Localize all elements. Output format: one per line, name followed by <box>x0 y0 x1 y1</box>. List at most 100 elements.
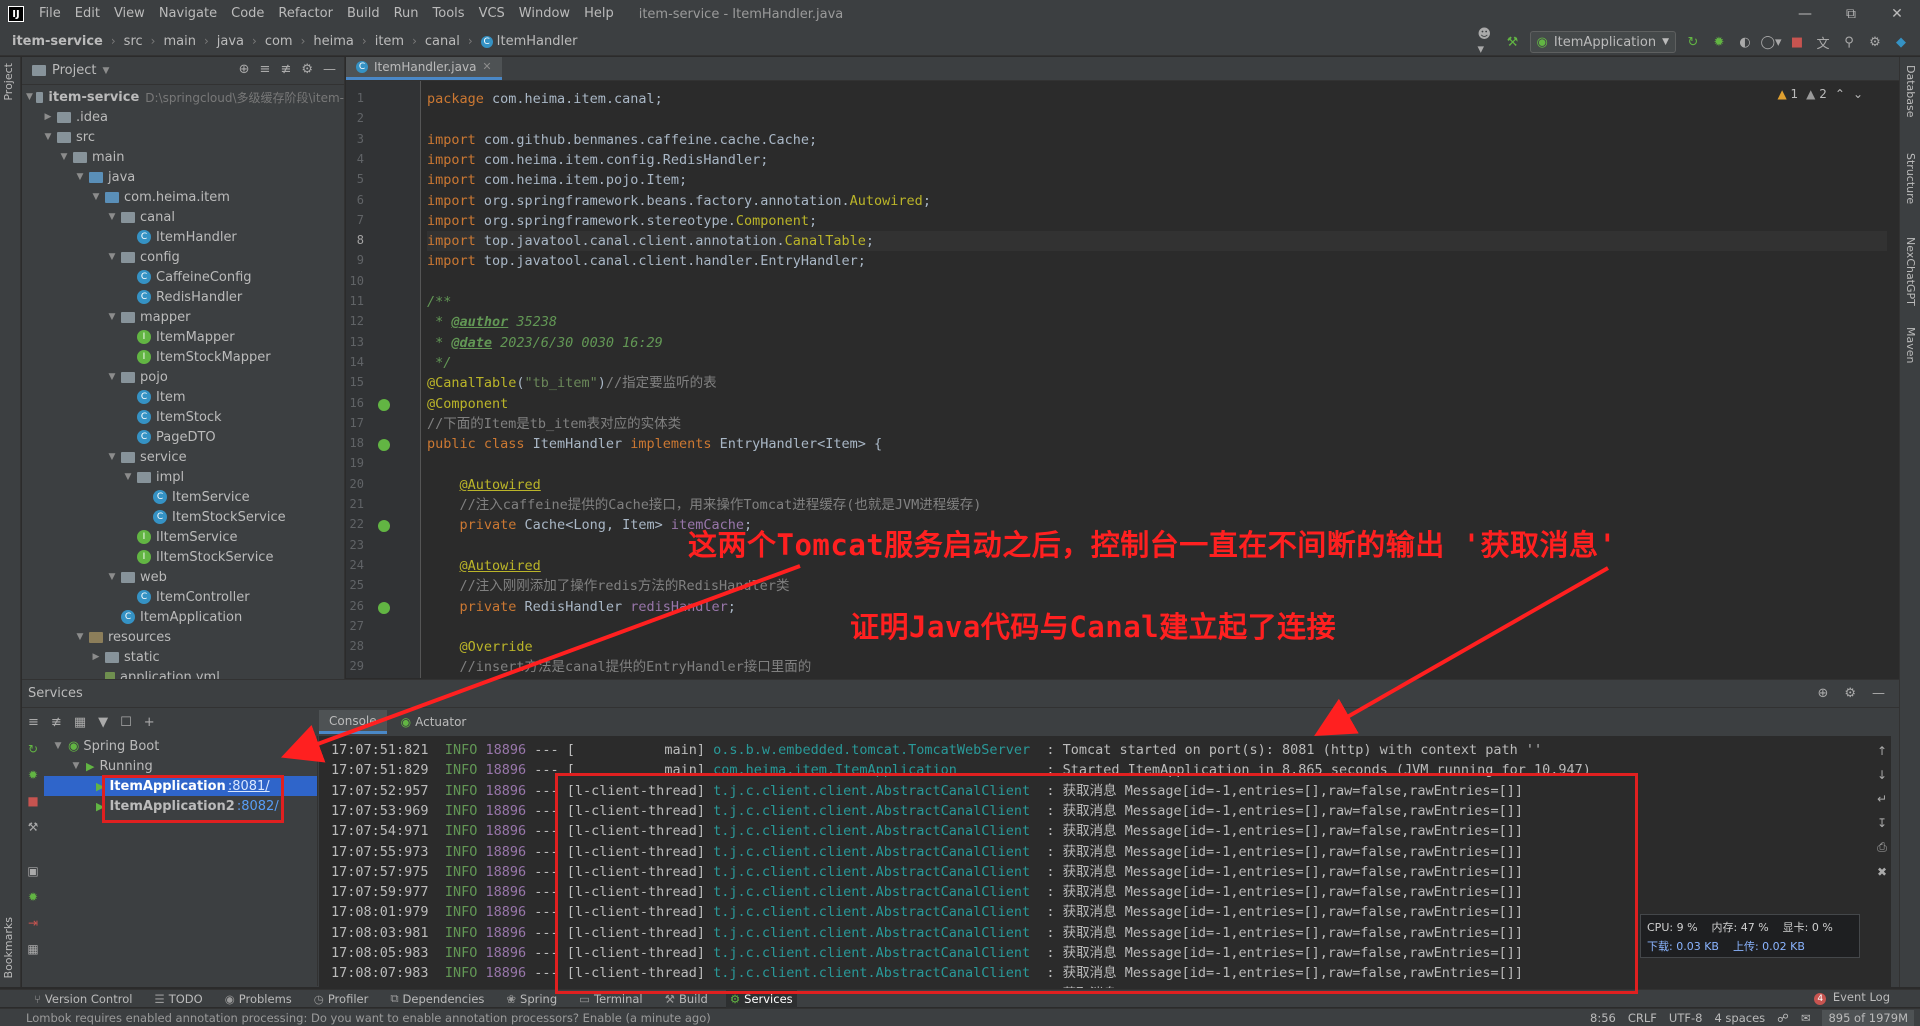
project-tree-item[interactable]: C PageDTO <box>22 427 344 447</box>
collapse-all-icon[interactable]: ≢ <box>51 715 62 730</box>
maven-tool-tab[interactable]: Maven <box>1904 327 1917 363</box>
group-icon[interactable]: ▦ <box>74 715 86 730</box>
notifications-icon[interactable]: ✉ <box>1801 1011 1811 1025</box>
lock-icon[interactable]: ☍ <box>1777 1011 1789 1025</box>
project-tree-item[interactable]: I ItemMapper <box>22 327 344 347</box>
bug-icon[interactable]: ✹ <box>26 890 40 904</box>
nexchatgpt-tool-tab[interactable]: NexChatGPT <box>1904 237 1917 306</box>
menu-item-build[interactable]: Build <box>340 0 387 28</box>
spring-bean-gutter-icon[interactable] <box>378 601 390 614</box>
project-tree-item[interactable]: C CaffeineConfig <box>22 267 344 287</box>
menu-item-window[interactable]: Window <box>512 0 577 28</box>
file-encoding[interactable]: UTF-8 <box>1669 1011 1703 1025</box>
breadcrumb-item[interactable]: java <box>217 34 244 49</box>
menu-item-view[interactable]: View <box>107 0 152 28</box>
add-service-icon[interactable]: + <box>144 715 155 730</box>
menu-item-tools[interactable]: Tools <box>426 0 472 28</box>
filter-icon[interactable]: ▼ <box>98 715 108 730</box>
profile-icon[interactable]: ◯▾ <box>1760 33 1781 51</box>
spring-bean-gutter-icon[interactable] <box>378 398 390 411</box>
stop-icon[interactable]: ■ <box>26 794 40 808</box>
memory-indicator[interactable]: 895 of 1979M <box>1822 1010 1914 1026</box>
project-tree-item[interactable]: C ItemService <box>22 487 344 507</box>
project-tree-item[interactable]: ▼ main <box>22 147 344 167</box>
running-node[interactable]: ▼ ▶ Running <box>44 756 317 776</box>
tab-console[interactable]: Console <box>319 710 387 734</box>
project-tree-item[interactable]: I ItemStockMapper <box>22 347 344 367</box>
globe-icon[interactable]: ⊕ <box>1817 686 1828 701</box>
exit-icon[interactable]: ⇥ <box>26 916 40 930</box>
bottom-tab-spring[interactable]: ❀ Spring <box>502 990 561 1008</box>
inspection-widget[interactable]: ▲ 1 ▲ 2 ⌃ ⌄ <box>1777 87 1863 101</box>
bookmarks-tool-tab[interactable]: Bookmarks <box>2 917 15 978</box>
structure-tool-tab[interactable]: Structure <box>1904 153 1917 204</box>
project-tree-item[interactable]: ▼ mapper <box>22 307 344 327</box>
gear-icon[interactable]: ⚙ <box>1844 686 1856 701</box>
coverage-icon[interactable]: ◐ <box>1736 33 1754 51</box>
breadcrumb-item[interactable]: canal <box>425 34 460 49</box>
project-tree-item[interactable]: ▼ canal <box>22 207 344 227</box>
rerun-icon[interactable]: ↻ <box>1684 33 1702 51</box>
scroll-down-icon[interactable]: ↓ <box>1877 768 1887 782</box>
breadcrumb-item[interactable]: item-service <box>12 34 103 49</box>
project-tree-item[interactable]: ▼ service <box>22 447 344 467</box>
bottom-tab-dependencies[interactable]: ⧉ Dependencies <box>386 990 488 1008</box>
breadcrumb-item[interactable]: com <box>265 34 293 49</box>
close-tab-icon[interactable]: ✕ <box>482 60 491 73</box>
project-tree-item[interactable]: ▶ static <box>22 647 344 667</box>
breadcrumb-item[interactable]: C ItemHandler <box>480 34 577 49</box>
new-tab-icon[interactable]: ☐ <box>120 715 132 730</box>
restore-icon[interactable]: ⧉ <box>1828 0 1874 28</box>
settings-gear-icon[interactable]: ⚙ <box>1866 33 1884 51</box>
print-icon[interactable]: ⎙ <box>1877 840 1887 855</box>
project-tree-item[interactable]: ▼ impl <box>22 467 344 487</box>
menu-item-help[interactable]: Help <box>577 0 621 28</box>
hide-icon[interactable]: — <box>1872 686 1885 701</box>
menu-item-vcs[interactable]: VCS <box>472 0 512 28</box>
expand-all-icon[interactable]: ≡ <box>28 715 39 730</box>
project-tree-item[interactable]: C ItemApplication <box>22 607 344 627</box>
camera-icon[interactable]: ▣ <box>26 864 40 878</box>
soft-wrap-icon[interactable]: ↵ <box>1877 792 1887 806</box>
stop-icon[interactable]: ■ <box>1788 33 1806 51</box>
project-tree-item[interactable]: ▼ java <box>22 167 344 187</box>
project-tree-item[interactable]: ▼ src <box>22 127 344 147</box>
project-title[interactable]: Project <box>52 63 96 78</box>
hide-icon[interactable]: — <box>323 62 336 77</box>
project-tree-item[interactable]: ▶ .idea <box>22 107 344 127</box>
menu-item-refactor[interactable]: Refactor <box>271 0 340 28</box>
debug-icon[interactable]: ✹ <box>26 768 40 782</box>
expand-all-icon[interactable]: ≡ <box>260 62 271 77</box>
debug-icon[interactable]: ✹ <box>1710 33 1728 51</box>
layout-icon[interactable]: ▦ <box>26 942 40 956</box>
plugin-icon[interactable]: ◆ <box>1892 33 1910 51</box>
bottom-tab-todo[interactable]: ☰ TODO <box>150 990 206 1008</box>
project-tree-item[interactable]: ▼ config <box>22 247 344 267</box>
project-tree-item[interactable]: ▼ com.heima.item <box>22 187 344 207</box>
menu-item-edit[interactable]: Edit <box>68 0 107 28</box>
menu-item-run[interactable]: Run <box>387 0 426 28</box>
project-tree-item[interactable]: C ItemHandler <box>22 227 344 247</box>
collapse-all-icon[interactable]: ≢ <box>280 62 291 77</box>
breadcrumb-item[interactable]: item <box>375 34 404 49</box>
indent-setting[interactable]: 4 spaces <box>1714 1011 1765 1025</box>
search-icon[interactable]: ⚲ <box>1840 33 1858 51</box>
spring-bean-gutter-icon[interactable] <box>378 520 390 533</box>
spring-boot-node[interactable]: ▼ ◉ Spring Boot <box>44 736 317 756</box>
bottom-tab-problems[interactable]: ◉ Problems <box>221 990 296 1008</box>
translate-icon[interactable]: 文 <box>1814 33 1832 52</box>
project-tree-item[interactable]: I IItemService <box>22 527 344 547</box>
project-tree-item[interactable]: I IItemStockService <box>22 547 344 567</box>
line-separator[interactable]: CRLF <box>1628 1011 1657 1025</box>
locate-icon[interactable]: ⊕ <box>239 62 250 77</box>
project-tree-item[interactable]: C RedisHandler <box>22 287 344 307</box>
scroll-to-end-icon[interactable]: ↧ <box>1877 816 1887 830</box>
project-tree-item[interactable]: C ItemStockService <box>22 507 344 527</box>
project-tree-item[interactable]: ▼ web <box>22 567 344 587</box>
project-tree-item[interactable]: C ItemStock <box>22 407 344 427</box>
project-tree-item[interactable]: ▼ item-service D:\springcloud\多级缓存阶段\item- <box>22 87 344 107</box>
editor-tab-itemhandler[interactable]: C ItemHandler.java ✕ <box>346 57 502 80</box>
chevron-down-icon[interactable]: ⌄ <box>1853 87 1863 101</box>
project-tree-item[interactable]: ▼ resources <box>22 627 344 647</box>
minimize-icon[interactable]: — <box>1782 0 1828 28</box>
